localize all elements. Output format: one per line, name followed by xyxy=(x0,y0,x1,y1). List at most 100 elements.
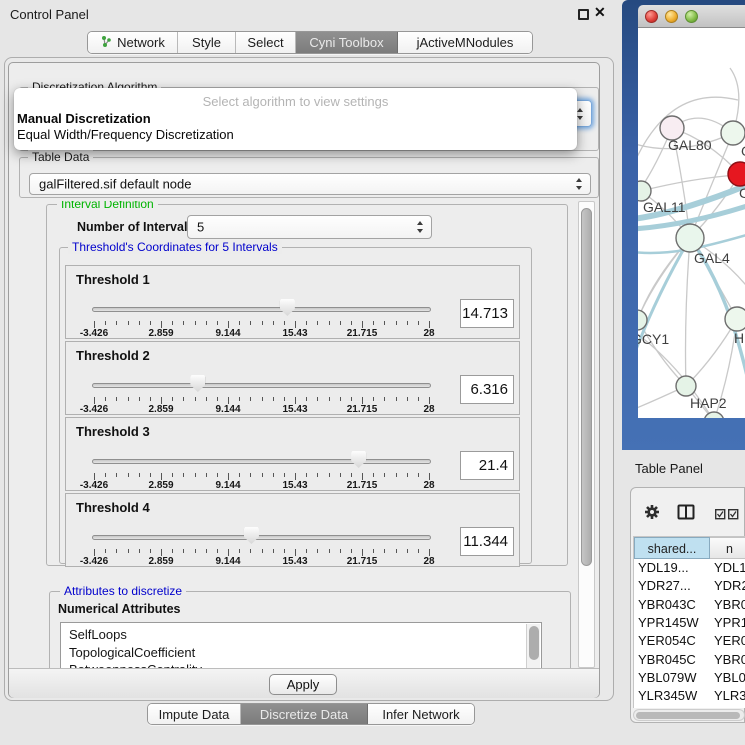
table-row[interactable]: YDL19...YDL1 xyxy=(634,559,745,577)
zoom-traffic-light[interactable] xyxy=(685,10,698,23)
attribute-list-item[interactable]: SelfLoops xyxy=(61,626,541,644)
close-icon[interactable]: ✕ xyxy=(594,4,606,21)
tab-cyni-toolbox[interactable]: Cyni Toolbox xyxy=(296,32,398,53)
table-row[interactable]: YBR045CYBR0 xyxy=(634,651,745,669)
slider-tick xyxy=(105,549,106,553)
slider-tick xyxy=(429,549,430,556)
slider-tick xyxy=(239,473,240,477)
network-node[interactable] xyxy=(721,121,745,145)
threshold-slider-thumb[interactable] xyxy=(280,299,295,316)
number-of-intervals-select[interactable]: 5 xyxy=(187,215,432,239)
slider-tick xyxy=(239,397,240,401)
threshold-slider-track[interactable] xyxy=(92,459,431,464)
network-edge[interactable] xyxy=(686,238,691,386)
node-attribute-table[interactable]: shared... n YDL19...YDL1YDR27...YDR2YBR0… xyxy=(633,536,745,708)
slider-tick xyxy=(195,549,196,553)
threshold-slider-track[interactable] xyxy=(92,307,431,312)
network-node-label: HAP2 xyxy=(690,395,727,411)
control-panel-tab-bar: Network Style Select Cyni Toolbox jActiv… xyxy=(87,31,533,54)
table-row[interactable]: YBR043CYBR0 xyxy=(634,596,745,614)
network-node-label: H xyxy=(734,330,744,346)
slider-tick-label: 28 xyxy=(401,556,457,567)
slider-tick xyxy=(351,321,352,325)
slider-tick-label: 2.859 xyxy=(133,404,189,415)
network-canvas[interactable]: GAL80GACGAL11GAL4GCY1HHAP2 xyxy=(638,28,745,418)
slider-tick xyxy=(362,321,363,328)
column-header-name[interactable]: n xyxy=(710,537,745,559)
network-node[interactable] xyxy=(676,224,704,252)
settings-scrollbar-thumb[interactable] xyxy=(581,208,592,566)
list-scrollbar-thumb[interactable] xyxy=(529,626,539,660)
network-edge[interactable] xyxy=(641,175,738,191)
threshold-panel: Threshold 2-3.4262.8599.14415.4321.71528… xyxy=(65,341,520,415)
network-graph[interactable]: GAL80GACGAL11GAL4GCY1HHAP2 xyxy=(638,28,745,418)
table-row[interactable]: YDR27...YDR2 xyxy=(634,577,745,595)
numerical-attributes-list[interactable]: SelfLoopsTopologicalCoefficientBetweenne… xyxy=(60,622,542,668)
float-window-icon[interactable] xyxy=(578,9,589,20)
slider-tick xyxy=(418,473,419,477)
slider-tick xyxy=(396,321,397,325)
slider-tick xyxy=(139,473,140,477)
gear-icon[interactable] xyxy=(644,504,660,525)
slider-tick-label: 28 xyxy=(401,328,457,339)
slider-tick xyxy=(183,473,184,477)
slider-tick xyxy=(384,321,385,325)
list-scrollbar[interactable] xyxy=(526,624,540,668)
network-window-titlebar[interactable] xyxy=(638,5,745,28)
threshold-label: Threshold 1 xyxy=(76,272,150,287)
slider-tick xyxy=(206,473,207,477)
threshold-label: Threshold 2 xyxy=(76,348,150,363)
tab-jactivemnodules[interactable]: jActiveMNodules xyxy=(398,32,532,53)
network-edge[interactable] xyxy=(638,238,690,373)
threshold-slider-track[interactable] xyxy=(92,535,431,540)
split-panel-icon[interactable] xyxy=(677,504,695,525)
select-columns-icon[interactable] xyxy=(715,507,739,525)
minimize-traffic-light[interactable] xyxy=(665,10,678,23)
table-row[interactable]: YIL052CYIL0 xyxy=(634,705,745,708)
threshold-value-field[interactable]: 21.4 xyxy=(460,451,514,480)
slider-tick xyxy=(239,321,240,325)
threshold-slider-thumb[interactable] xyxy=(351,451,366,468)
number-of-intervals-value: 5 xyxy=(197,220,204,235)
slider-tick xyxy=(273,321,274,325)
threshold-value-field[interactable]: 14.713 xyxy=(460,299,514,328)
threshold-slider-thumb[interactable] xyxy=(190,375,205,392)
network-node[interactable] xyxy=(676,376,696,396)
threshold-slider-track[interactable] xyxy=(92,383,431,388)
apply-button[interactable]: Apply xyxy=(269,674,337,695)
slider-tick xyxy=(183,321,184,325)
option-equal-width-frequency[interactable]: Equal Width/Frequency Discretization xyxy=(17,127,234,142)
table-row[interactable]: YPR145WYPR1 xyxy=(634,614,745,632)
threshold-value-field[interactable]: 11.344 xyxy=(460,527,514,556)
network-node[interactable] xyxy=(725,307,745,331)
tab-select[interactable]: Select xyxy=(236,32,296,53)
network-node[interactable] xyxy=(728,162,745,186)
column-header-shared-name[interactable]: shared... xyxy=(634,537,710,559)
tab-network[interactable]: Network xyxy=(88,32,178,53)
table-row[interactable]: YBL079WYBL0 xyxy=(634,669,745,687)
tab-impute-data[interactable]: Impute Data xyxy=(148,704,241,724)
settings-scrollbar[interactable] xyxy=(578,201,595,668)
tab-style[interactable]: Style xyxy=(178,32,236,53)
slider-tick xyxy=(150,321,151,325)
table-hscrollbar[interactable] xyxy=(633,709,745,721)
cell-name: YBR0 xyxy=(714,596,745,614)
close-traffic-light[interactable] xyxy=(645,10,658,23)
attribute-list-item[interactable]: TopologicalCoefficient xyxy=(61,644,541,662)
table-data-select[interactable]: galFiltered.sif default node xyxy=(29,173,591,195)
threshold-slider-thumb[interactable] xyxy=(244,527,259,544)
option-manual-discretization[interactable]: Manual Discretization xyxy=(17,111,151,126)
settings-scroll-viewport: Interval Definition Number of Intervals … xyxy=(15,201,578,668)
algorithm-placeholder-option[interactable]: Select algorithm to view settings xyxy=(14,94,577,109)
slider-tick xyxy=(306,473,307,477)
network-node[interactable] xyxy=(638,181,651,201)
tab-discretize-data[interactable]: Discretize Data xyxy=(241,704,368,724)
table-row[interactable]: YER054CYER0 xyxy=(634,632,745,650)
table-hscrollbar-thumb[interactable] xyxy=(636,712,740,719)
attribute-list-item[interactable]: BetweennessCentrality xyxy=(61,661,541,668)
threshold-value-field[interactable]: 6.316 xyxy=(460,375,514,404)
tab-label: Style xyxy=(192,35,221,50)
slider-tick xyxy=(396,473,397,477)
table-row[interactable]: YLR345WYLR3 xyxy=(634,687,745,705)
tab-infer-network[interactable]: Infer Network xyxy=(368,704,474,724)
